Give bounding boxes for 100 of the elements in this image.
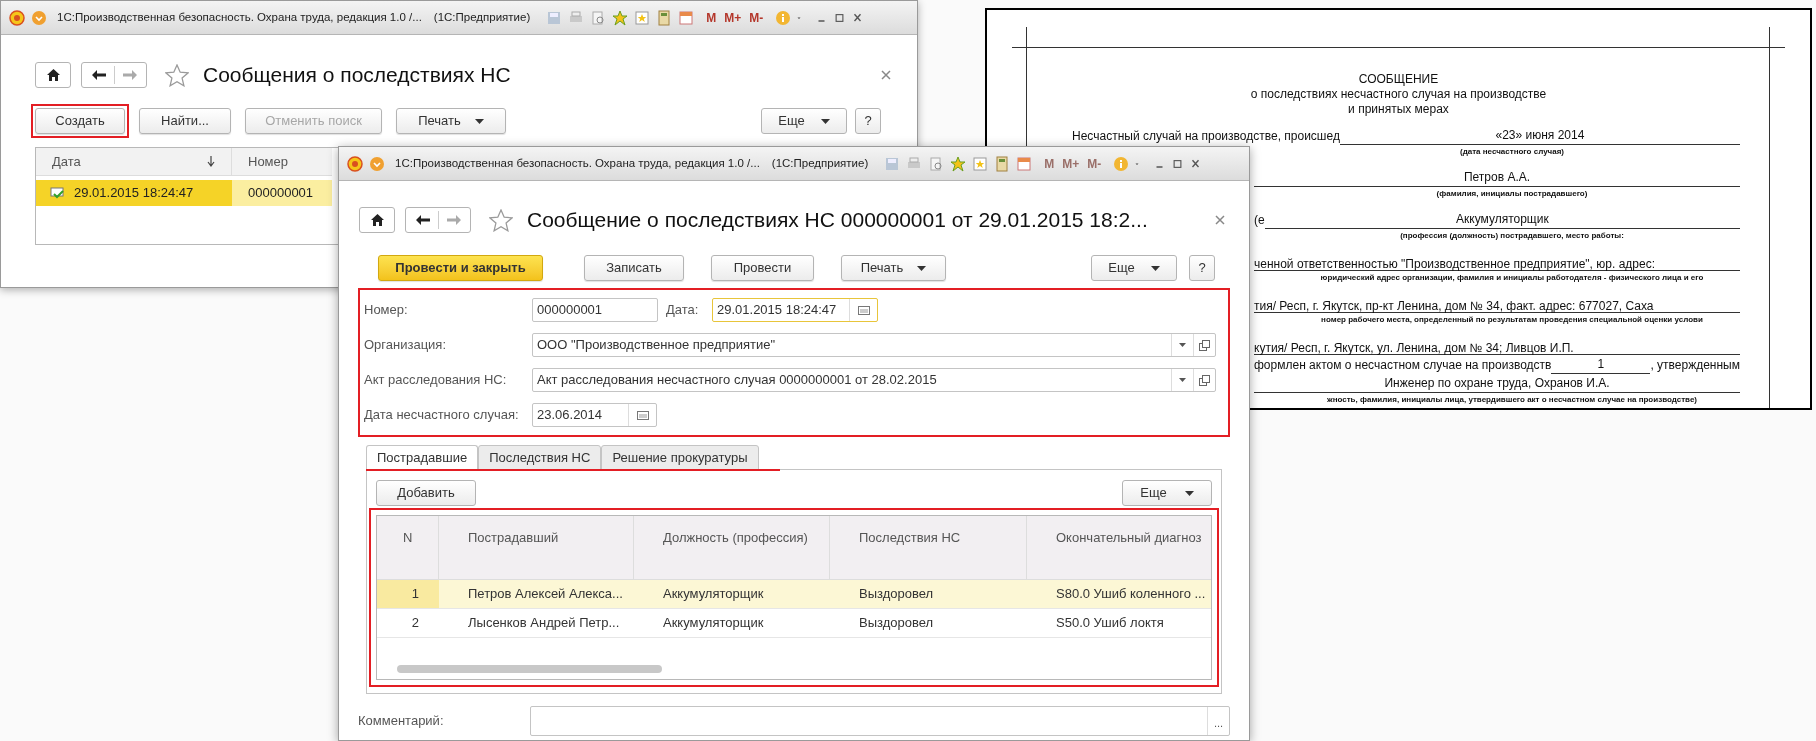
form-text: кутия/ Респ, г. Якутск, ул. Ленина, дом № 34; Ливцов И.П. — [1254, 341, 1574, 355]
open-form-icon[interactable] — [1199, 374, 1210, 386]
column-header[interactable]: Должность (профессия) — [663, 530, 808, 545]
form-text: тия/ Респ, г. Якутск, пр-кт Ленина, дом № 34, факт. адрес: 677027, Саха — [1254, 299, 1654, 313]
table-row[interactable]: 1 Петров Алексей Алекса... Аккумуляторщик Выздоровел S80.0 Ушиб коленного ... — [377, 580, 1211, 609]
field-label: Дата: — [666, 301, 700, 320]
fill-in-value: Петров А.А. — [1463, 169, 1531, 186]
fill-in-value: Инженер по охране труда, Охранов И.А. — [1384, 375, 1610, 392]
field-label: Дата несчастного случая: — [364, 406, 520, 425]
field-label: Акт расследования НС: — [364, 371, 508, 390]
table-cell-text: 000000001 — [248, 184, 314, 203]
more-button[interactable]: Еще — [761, 108, 847, 134]
input-field[interactable]: ООО "Производственное предприятие" — [532, 333, 1216, 357]
form-caption: (дата несчастного случая) — [1460, 146, 1564, 158]
more-button[interactable]: Еще — [1122, 480, 1212, 506]
toolbar-button[interactable]: Провести и закрыть — [378, 255, 543, 281]
navigation-buttons[interactable] — [81, 62, 147, 88]
column-header[interactable]: Номер — [232, 148, 332, 175]
memory-button[interactable]: M- — [1087, 154, 1102, 173]
tab[interactable]: Последствия НС — [478, 445, 602, 470]
table-cell-text: 1 — [411, 585, 419, 604]
form-heading: СООБЩЕНИЕ — [1358, 72, 1439, 87]
form-subheading: и принятых мерах — [1348, 102, 1449, 117]
home-icon — [370, 214, 384, 226]
input-field[interactable]: 000000001 — [532, 298, 658, 322]
table-cell-text: Петров Алексей Алекса... — [468, 585, 623, 604]
form-subheading: о последствиях несчастного случая на производстве — [1250, 87, 1547, 102]
tab[interactable]: Решение прокуратуры — [601, 445, 759, 470]
form-text: Несчастный случай на производстве, происшед — [1072, 128, 1340, 145]
horizontal-scrollbar[interactable] — [397, 665, 662, 673]
choose-button[interactable]: ... — [1207, 707, 1229, 735]
toolbar-button[interactable]: Печать — [841, 255, 946, 281]
bookmark-icon[interactable] — [972, 155, 989, 172]
favorite-star-icon[interactable] — [612, 9, 629, 26]
input-field[interactable]: Акт расследования несчастного случая 0000000001 от 28.02.2015 — [532, 368, 1216, 392]
navigation-buttons[interactable] — [405, 207, 471, 233]
forward-arrow-icon — [123, 70, 137, 80]
star-icon[interactable] — [165, 63, 189, 87]
calendar-icon[interactable] — [678, 9, 695, 26]
back-arrow-icon — [416, 215, 430, 225]
form-caption: (фамилия, инициалы пострадавшего) — [1436, 188, 1588, 200]
toolbar-button[interactable]: Печать — [396, 108, 506, 134]
help-button[interactable]: ? — [855, 108, 881, 134]
help-button[interactable]: ? — [1189, 255, 1215, 281]
toolbar-button[interactable]: Записать — [584, 255, 684, 281]
form-caption: номер рабочего места, определенный по результатам проведения специальной оценки услови — [1321, 314, 1703, 326]
field-label: Комментарий: — [358, 712, 445, 731]
calendar-icon[interactable] — [1016, 155, 1033, 172]
memory-button[interactable]: M- — [749, 8, 764, 27]
logo-icon[interactable] — [347, 155, 363, 172]
table-row[interactable]: 29.01.2015 18:24:47 000000001 — [36, 180, 332, 206]
close-icon[interactable] — [1215, 215, 1225, 225]
calculator-icon[interactable] — [656, 9, 673, 26]
input-field[interactable]: 23.06.2014 — [532, 403, 657, 427]
menu-icon[interactable] — [369, 155, 385, 172]
column-header[interactable]: Окончательный диагноз — [1056, 530, 1202, 545]
calendar-icon[interactable] — [857, 305, 870, 315]
close-icon[interactable] — [881, 70, 891, 80]
preview-icon[interactable] — [590, 9, 607, 26]
window-app-name: (1С:Предприятие) — [433, 9, 531, 25]
comment-field[interactable]: ... — [530, 706, 1230, 736]
column-header[interactable]: Пострадавший — [468, 530, 559, 545]
tab[interactable]: Пострадавшие — [366, 445, 479, 470]
toolbar-button[interactable]: Создать — [35, 108, 125, 134]
form-caption: юридический адрес организации, фамилия и инициалы работодателя - физического лица и его — [1320, 272, 1704, 284]
star-icon[interactable] — [489, 208, 513, 232]
input-field[interactable]: 29.01.2015 18:24:47 — [712, 298, 878, 322]
forward-arrow-icon — [447, 215, 461, 225]
bookmark-icon[interactable] — [634, 9, 651, 26]
field-label: Номер: — [364, 301, 409, 320]
home-button[interactable] — [359, 207, 395, 233]
toolbar-button[interactable]: Найти... — [139, 108, 231, 134]
column-header[interactable]: Последствия НС — [859, 530, 961, 545]
more-button[interactable]: Еще — [1091, 255, 1177, 281]
home-button[interactable] — [35, 62, 71, 88]
calculator-icon[interactable] — [994, 155, 1011, 172]
preview-icon[interactable] — [928, 155, 945, 172]
menu-icon[interactable] — [31, 9, 47, 26]
info-icon[interactable] — [775, 9, 792, 26]
form-caption: жность, фамилия, инициалы лица, утвердившего акт о несчастном случае на производстве) — [1326, 394, 1697, 406]
memory-button[interactable]: M — [1044, 154, 1055, 173]
open-form-icon[interactable] — [1199, 339, 1210, 351]
info-icon[interactable] — [1113, 155, 1130, 172]
table-cell-text: Лысенков Андрей Петр... — [468, 614, 620, 633]
add-button[interactable]: Добавить — [376, 480, 476, 506]
toolbar-button[interactable]: Провести — [711, 255, 814, 281]
favorite-star-icon[interactable] — [950, 155, 967, 172]
fill-in-value: Аккумуляторщик — [1456, 211, 1549, 228]
memory-button[interactable]: M — [706, 8, 717, 27]
dropdown-caret-icon[interactable] — [1179, 378, 1186, 382]
column-header[interactable]: Дата — [36, 148, 232, 175]
memory-button[interactable]: M+ — [724, 8, 742, 27]
window-title: 1С:Производственная безопасность. Охрана труда, редакция 1.0 /... — [395, 155, 760, 171]
memory-button[interactable]: M+ — [1062, 154, 1080, 173]
dropdown-caret-icon[interactable] — [1179, 343, 1186, 347]
column-header[interactable]: N — [403, 530, 413, 545]
window-title: 1С:Производственная безопасность. Охрана труда, редакция 1.0 /... — [57, 9, 422, 25]
logo-icon[interactable] — [9, 9, 25, 26]
form-text: (е — [1254, 212, 1265, 229]
calendar-icon[interactable] — [636, 410, 649, 420]
